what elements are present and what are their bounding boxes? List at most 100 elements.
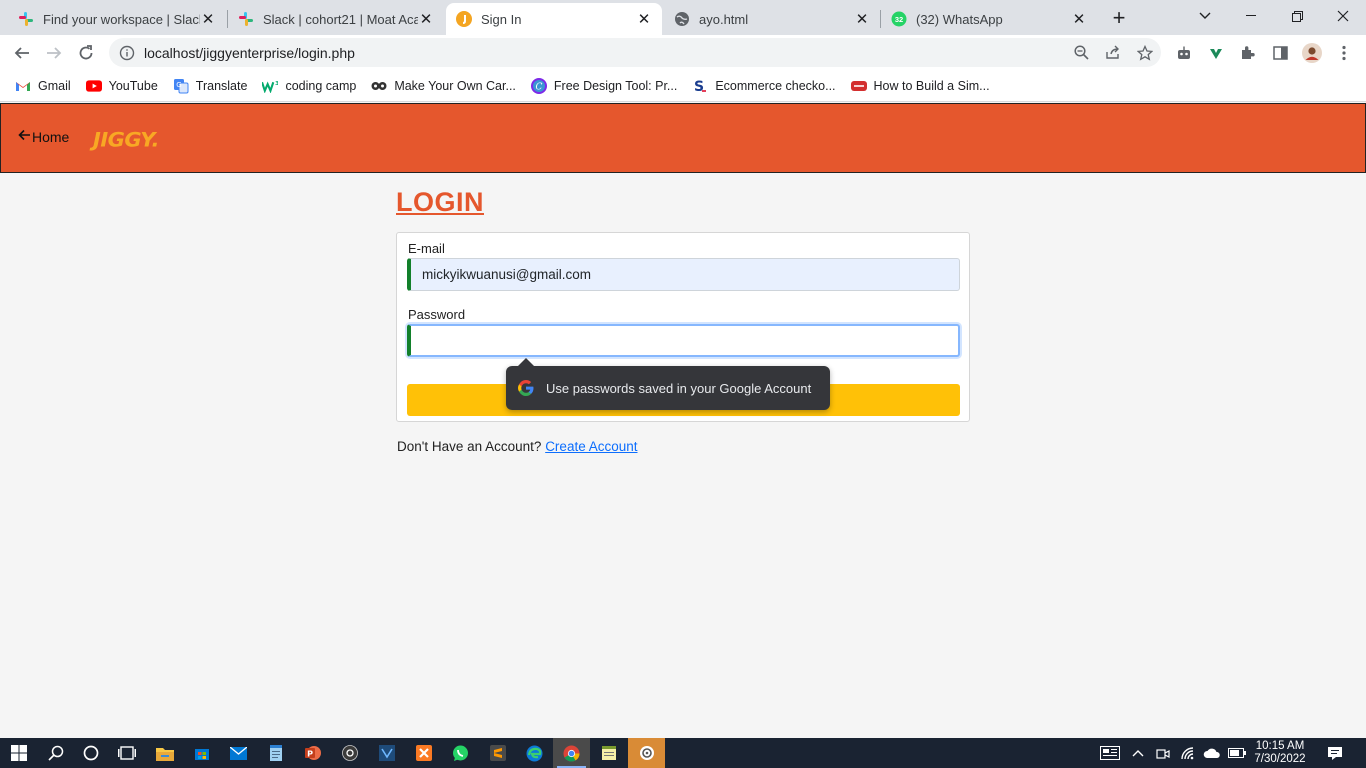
new-tab-button[interactable]: + bbox=[1106, 5, 1132, 31]
url-text[interactable]: localhost/jiggyenterprise/login.php bbox=[144, 45, 1065, 61]
task-view-icon[interactable] bbox=[108, 738, 145, 768]
signup-prompt: Don't Have an Account? Create Account bbox=[397, 439, 638, 454]
onedrive-cloud-icon[interactable] bbox=[1201, 738, 1223, 768]
email-field[interactable]: mickyikwuanusi@gmail.com bbox=[407, 258, 960, 291]
bookmark-label: Make Your Own Car... bbox=[394, 78, 516, 93]
menu-kebab-icon[interactable] bbox=[1331, 40, 1357, 66]
close-window-button[interactable] bbox=[1320, 0, 1366, 32]
page-title: LOGIN bbox=[396, 187, 484, 217]
mail-icon[interactable] bbox=[220, 738, 257, 768]
bookmarks-bar: Gmail YouTube G Translate 3 coding camp … bbox=[0, 70, 1366, 102]
chrome-taskbar-icon[interactable] bbox=[553, 738, 590, 768]
extensions-puzzle-icon[interactable] bbox=[1235, 40, 1261, 66]
tab-search-chevron-down-icon[interactable] bbox=[1182, 0, 1228, 32]
whatsapp-desktop-icon[interactable] bbox=[442, 738, 479, 768]
profile-avatar[interactable] bbox=[1299, 40, 1325, 66]
bookmark-translate[interactable]: G Translate bbox=[166, 72, 256, 100]
home-label: Home bbox=[32, 129, 70, 145]
bookmark-gmail[interactable]: Gmail bbox=[8, 72, 79, 100]
close-tab-icon[interactable]: ✕ bbox=[418, 10, 434, 28]
svg-text:G: G bbox=[176, 81, 181, 89]
svg-text:32: 32 bbox=[895, 15, 903, 24]
whatsapp-icon: 32 bbox=[891, 11, 907, 27]
close-tab-icon[interactable]: ✕ bbox=[854, 10, 870, 28]
reload-button[interactable] bbox=[72, 39, 100, 67]
address-bar[interactable]: localhost/jiggyenterprise/login.php bbox=[109, 38, 1161, 67]
bookmark-label: Gmail bbox=[38, 78, 71, 93]
sublime-text-icon[interactable] bbox=[479, 738, 516, 768]
hub-icon bbox=[850, 78, 867, 94]
wifi-icon[interactable] bbox=[1178, 738, 1198, 768]
battery-icon[interactable] bbox=[1226, 738, 1248, 768]
restore-button[interactable] bbox=[1274, 0, 1320, 32]
search-icon[interactable] bbox=[37, 738, 74, 768]
vscode-like-icon[interactable] bbox=[368, 738, 405, 768]
zoom-icon[interactable] bbox=[1065, 38, 1097, 67]
cortana-icon[interactable] bbox=[72, 738, 109, 768]
share-icon[interactable] bbox=[1097, 38, 1129, 67]
google-icon bbox=[518, 380, 534, 396]
recorder-app-icon[interactable] bbox=[628, 738, 665, 768]
edge-icon[interactable] bbox=[516, 738, 553, 768]
youtube-icon bbox=[85, 78, 102, 94]
bookmark-label: Free Design Tool: Pr... bbox=[553, 78, 678, 93]
chevron-up-icon[interactable] bbox=[1128, 738, 1148, 768]
tab-sign-in[interactable]: Sign In ✕ bbox=[446, 3, 662, 35]
download-extension-icon[interactable] bbox=[1203, 40, 1229, 66]
store-icon[interactable] bbox=[183, 738, 220, 768]
bookmark-make-your-own-car[interactable]: Make Your Own Car... bbox=[364, 72, 524, 100]
bookmark-coding-camp[interactable]: 3 coding camp bbox=[255, 72, 364, 100]
back-button[interactable] bbox=[8, 39, 36, 67]
meet-now-icon[interactable] bbox=[1153, 738, 1173, 768]
start-button[interactable] bbox=[0, 738, 37, 768]
tab-slack-cohort[interactable]: Slack | cohort21 | Moat Acad ✕ bbox=[228, 3, 444, 35]
notepad-icon[interactable] bbox=[257, 738, 294, 768]
notification-center-icon[interactable] bbox=[1320, 738, 1350, 768]
svg-text:C: C bbox=[535, 82, 542, 92]
bookmark-label: Ecommerce checko... bbox=[715, 78, 836, 93]
robot-extension-icon[interactable] bbox=[1171, 40, 1197, 66]
site-info-icon[interactable] bbox=[119, 45, 135, 61]
close-tab-icon[interactable]: ✕ bbox=[1071, 10, 1087, 28]
tab-title: ayo.html bbox=[699, 11, 749, 27]
file-explorer-icon[interactable] bbox=[146, 738, 183, 768]
arrow-left-icon bbox=[18, 128, 31, 146]
password-label: Password bbox=[408, 307, 466, 322]
close-tab-icon[interactable]: ✕ bbox=[636, 10, 652, 28]
minimize-button[interactable] bbox=[1228, 0, 1274, 32]
tab-whatsapp[interactable]: 32 (32) WhatsApp ✕ bbox=[881, 3, 1097, 35]
news-widget-icon[interactable] bbox=[1097, 738, 1123, 768]
side-panel-icon[interactable] bbox=[1267, 40, 1293, 66]
close-tab-icon[interactable]: ✕ bbox=[200, 10, 216, 28]
forward-button[interactable] bbox=[40, 39, 68, 67]
powerpoint-icon[interactable]: P bbox=[294, 738, 331, 768]
obs-icon[interactable] bbox=[331, 738, 368, 768]
saved-passwords-popup[interactable]: Use passwords saved in your Google Accou… bbox=[506, 358, 830, 410]
bookmark-ecommerce-checkout[interactable]: S Ecommerce checko... bbox=[685, 72, 843, 100]
browser-tab-strip: Find your workspace | Slack ✕ Slack | co… bbox=[0, 0, 1366, 35]
slack-icon bbox=[18, 11, 34, 27]
page-viewport: Home JIGGY. LOGIN E-mail mickyikwuanusi@… bbox=[0, 103, 1366, 738]
create-account-link[interactable]: Create Account bbox=[545, 439, 637, 454]
canva-icon: C bbox=[530, 77, 547, 94]
bookmark-label: How to Build a Sim... bbox=[873, 78, 990, 93]
tab-slack-workspace[interactable]: Find your workspace | Slack ✕ bbox=[8, 3, 226, 35]
browser-toolbar: localhost/jiggyenterprise/login.php bbox=[0, 35, 1366, 70]
brand-logo[interactable]: JIGGY. bbox=[93, 129, 159, 152]
tab-title: Find your workspace | Slack bbox=[43, 11, 200, 27]
bookmark-how-to-build[interactable]: How to Build a Sim... bbox=[844, 72, 998, 100]
system-clock[interactable]: 10:15 AM 7/30/2022 bbox=[1248, 740, 1312, 766]
xampp-icon[interactable] bbox=[405, 738, 442, 768]
translate-icon: G bbox=[173, 78, 189, 94]
notes-app-icon[interactable] bbox=[590, 738, 627, 768]
bookmark-youtube[interactable]: YouTube bbox=[79, 72, 166, 100]
bookmark-label: YouTube bbox=[108, 78, 158, 93]
bookmark-free-design-tool[interactable]: C Free Design Tool: Pr... bbox=[524, 72, 685, 100]
tab-ayo-html[interactable]: ayo.html ✕ bbox=[664, 3, 880, 35]
home-link[interactable]: Home bbox=[18, 128, 69, 146]
w3-icon: 3 bbox=[262, 78, 278, 94]
password-field[interactable] bbox=[407, 324, 960, 357]
bookmark-star-icon[interactable] bbox=[1129, 38, 1161, 67]
popup-text: Use passwords saved in your Google Accou… bbox=[546, 380, 812, 396]
signup-prompt-text: Don't Have an Account? bbox=[397, 439, 542, 454]
